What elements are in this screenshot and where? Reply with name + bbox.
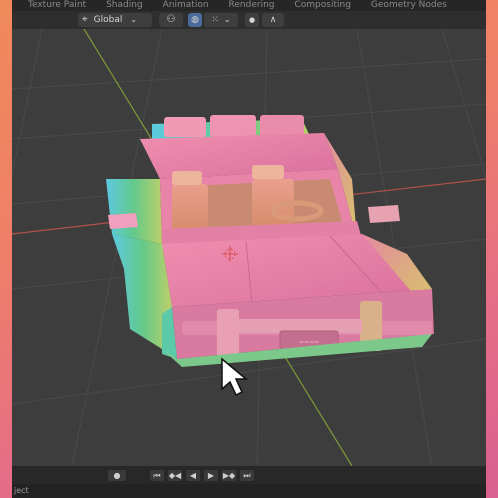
viewport-header: ⌖ Global ⌄ ⚇ ◍ ⁙ ⌄ ● ∧	[12, 11, 486, 29]
tab-compositing[interactable]: Compositing	[285, 0, 361, 11]
tab-shading[interactable]: Shading	[96, 0, 153, 11]
blender-window: Texture Paint Shading Animation Renderin…	[12, 0, 486, 498]
mouse-pointer-icon	[221, 357, 249, 397]
tab-rendering[interactable]: Rendering	[219, 0, 285, 11]
play-reverse-icon: ◀	[189, 471, 197, 480]
snap-target-dropdown[interactable]: ⁙ ⌄	[204, 13, 238, 27]
snap-toggle[interactable]: ◍	[188, 13, 202, 27]
jump-start-button[interactable]: ⏮	[150, 470, 164, 481]
jump-end-button[interactable]: ⏭	[240, 470, 254, 481]
pivot-link-icon: ⚇	[166, 14, 176, 25]
workspace-tabbar: Texture Paint Shading Animation Renderin…	[12, 0, 486, 11]
status-text: ject	[14, 486, 29, 495]
tab-animation[interactable]: Animation	[153, 0, 219, 11]
record-button[interactable]: ●	[108, 470, 126, 481]
proportional-edit-toggle[interactable]: ●	[245, 13, 259, 27]
proportional-edit-icon: ●	[248, 16, 256, 24]
chevron-down-icon: ⌄	[223, 15, 231, 24]
prev-keyframe-button[interactable]: ◆◀	[168, 470, 182, 481]
3d-viewport[interactable]: ≈≈≈≈	[12, 28, 486, 467]
transform-orientation-label: Global	[93, 15, 123, 25]
car-model[interactable]: ≈≈≈≈	[106, 115, 434, 367]
play-icon: ▶	[207, 471, 215, 480]
prev-keyframe-icon: ◆◀	[168, 471, 182, 480]
falloff-curve-icon: ∧	[269, 15, 277, 25]
pivot-point-button[interactable]: ⚇	[159, 13, 183, 27]
transform-orientation-icon: ⌖	[82, 14, 88, 25]
next-keyframe-icon: ▶◆	[222, 471, 236, 480]
jump-start-icon: ⏮	[153, 471, 161, 480]
next-keyframe-button[interactable]: ▶◆	[222, 470, 236, 481]
transform-orientation-dropdown[interactable]: ⌖ Global ⌄	[78, 13, 152, 27]
chevron-down-icon: ⌄	[130, 15, 138, 24]
viewport-canvas[interactable]: ≈≈≈≈	[12, 28, 486, 467]
status-bar: ject	[12, 484, 486, 498]
jump-end-icon: ⏭	[243, 471, 251, 480]
play-reverse-button[interactable]: ◀	[186, 470, 200, 481]
record-icon: ●	[113, 471, 121, 480]
svg-text:≈≈≈≈: ≈≈≈≈	[299, 339, 319, 346]
tab-geometry-nodes[interactable]: Geometry Nodes	[361, 0, 457, 11]
snap-magnet-icon: ◍	[191, 15, 199, 25]
tab-texture-paint[interactable]: Texture Paint	[12, 0, 96, 11]
snap-grid-icon: ⁙	[211, 15, 219, 25]
proportional-falloff-dropdown[interactable]: ∧	[262, 13, 284, 27]
play-button[interactable]: ▶	[204, 470, 218, 481]
